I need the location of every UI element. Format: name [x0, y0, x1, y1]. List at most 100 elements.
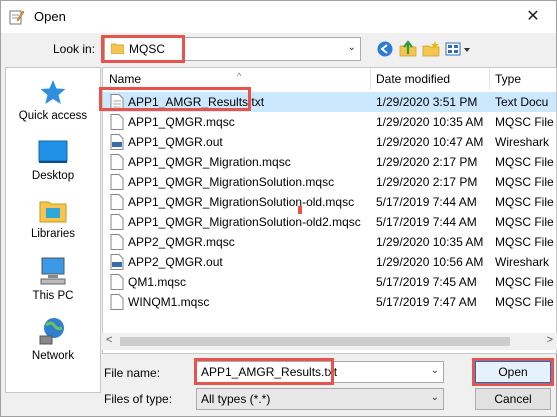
place-label: Network: [31, 350, 75, 362]
file-type: Text Docu: [495, 95, 549, 109]
file-row[interactable]: APP1_QMGR.mqsc 1/29/2020 10:35 AM MQSC F…: [103, 112, 556, 132]
place-network[interactable]: Network: [6, 316, 100, 362]
file-name-value: APP1_AMGR_Results.txt: [201, 365, 338, 379]
title-bar: Open ✕: [1, 1, 556, 33]
column-header-name[interactable]: Name ^: [109, 68, 241, 90]
file-icon: [110, 234, 124, 250]
place-libraries[interactable]: Libraries: [6, 196, 100, 240]
scroll-left-icon[interactable]: <: [106, 334, 112, 346]
view-menu-icon[interactable]: [444, 39, 472, 59]
file-name: APP1_QMGR_MigrationSolution.mqsc: [128, 175, 335, 189]
cancel-button[interactable]: Cancel: [475, 388, 551, 410]
file-row[interactable]: APP2_QMGR.mqsc 1/29/2020 10:35 AM MQSC F…: [103, 232, 556, 252]
places-bar: Quick access Desktop Libraries This PC N…: [5, 67, 101, 393]
open-button[interactable]: Open: [475, 361, 551, 383]
file-row[interactable]: APP1_QMGR_MigrationSolution.mqsc 1/29/20…: [103, 172, 556, 192]
libraries-icon: [39, 201, 67, 223]
network-icon: [39, 318, 64, 345]
file-date: 1/29/2020 10:35 AM: [376, 115, 484, 129]
place-label: Desktop: [31, 170, 75, 182]
file-name-input[interactable]: APP1_AMGR_Results.txt ⌄: [196, 361, 444, 383]
place-desktop[interactable]: Desktop: [6, 138, 100, 182]
file-row[interactable]: APP1_QMGR.out 1/29/2020 10:47 AM Wiresha…: [103, 132, 556, 152]
file-date: 1/29/2020 10:47 AM: [376, 135, 484, 149]
file-type: Wireshark: [495, 255, 550, 269]
chevron-down-icon: ⌄: [430, 392, 439, 403]
close-icon: ✕: [526, 8, 540, 25]
place-label: Libraries: [30, 228, 76, 240]
column-header-type[interactable]: Type: [495, 68, 521, 90]
file-date: 5/17/2019 7:44 AM: [376, 215, 477, 229]
file-date: 1/29/2020 2:17 PM: [376, 155, 478, 169]
file-type-label: Files of type:: [104, 392, 173, 406]
column-divider[interactable]: [370, 68, 371, 90]
place-label: Quick access: [18, 110, 88, 122]
desktop-icon: [38, 140, 68, 163]
file-icon: [110, 214, 124, 230]
place-label: This PC: [32, 290, 74, 302]
column-divider[interactable]: [489, 68, 490, 90]
file-icon: [110, 174, 124, 190]
file-type: MQSC File: [495, 175, 554, 189]
file-row[interactable]: QM1.mqsc 5/17/2019 7:45 AM MQSC File: [103, 272, 556, 292]
file-name-label: File name:: [104, 366, 161, 380]
file-row[interactable]: APP1_QMGR_MigrationSolution-old2.mqsc 5/…: [103, 212, 556, 232]
column-header-type-label: Type: [495, 72, 522, 86]
column-header-date[interactable]: Date modified: [376, 68, 450, 90]
file-name: APP1_QMGR_MigrationSolution-old.mqsc: [128, 195, 355, 209]
file-date: 5/17/2019 7:45 AM: [376, 275, 477, 289]
file-row[interactable]: APP2_QMGR.out 1/29/2020 10:56 AM Wiresha…: [103, 252, 556, 272]
horizontal-scrollbar[interactable]: < >: [102, 333, 557, 350]
file-list[interactable]: Name ^ Date modified Type APP1_AMGR_Resu…: [102, 67, 557, 354]
file-name: QM1.mqsc: [128, 275, 187, 289]
close-button[interactable]: ✕: [510, 1, 556, 33]
file-type-dropdown[interactable]: All types (*.*) ⌄: [196, 388, 444, 410]
column-header-date-label: Date modified: [376, 72, 451, 86]
file-date: 1/29/2020 10:35 AM: [376, 235, 484, 249]
look-in-label: Look in:: [53, 42, 96, 56]
open-dialog: Open ✕ Look in: MQSC ⌄ Quick access Desk…: [0, 0, 557, 417]
look-in-value: MQSC: [129, 42, 165, 56]
file-type: MQSC File: [495, 115, 554, 129]
file-date: 5/17/2019 7:44 AM: [376, 195, 477, 209]
file-date: 1/29/2020 2:17 PM: [376, 175, 478, 189]
file-row[interactable]: APP1_QMGR_Migration.mqsc 1/29/2020 2:17 …: [103, 152, 556, 172]
up-folder-icon[interactable]: [398, 39, 418, 59]
window-title: Open: [34, 9, 66, 24]
file-type: Wireshark: [495, 135, 550, 149]
place-this-pc[interactable]: This PC: [6, 256, 100, 302]
scroll-right-icon[interactable]: >: [547, 334, 553, 346]
file-name: APP1_QMGR_MigrationSolution-old2.mqsc: [128, 215, 361, 229]
file-icon: [110, 114, 124, 130]
chevron-down-icon: ⌄: [347, 42, 356, 53]
file-type: MQSC File: [495, 195, 554, 209]
file-icon: [110, 274, 124, 290]
scroll-thumb[interactable]: [120, 337, 510, 346]
wireshark-file-icon: [110, 134, 124, 150]
open-dialog-icon: [9, 10, 25, 25]
back-icon[interactable]: [375, 39, 395, 59]
chevron-down-icon[interactable]: ⌄: [431, 365, 439, 376]
sort-ascending-icon: ^: [237, 71, 242, 81]
new-folder-icon[interactable]: [421, 39, 441, 59]
file-type: MQSC File: [495, 235, 554, 249]
file-row[interactable]: APP1_QMGR_MigrationSolution-old.mqsc 5/1…: [103, 192, 556, 212]
file-type-value: All types (*.*): [201, 392, 271, 406]
file-date: 1/29/2020 3:51 PM: [376, 95, 478, 109]
file-row[interactable]: WINQM1.mqsc 5/17/2019 7:47 AM MQSC File: [103, 292, 556, 312]
file-type: MQSC File: [495, 155, 554, 169]
computer-icon: [40, 257, 66, 285]
column-header-name-label: Name: [109, 72, 142, 86]
file-name: APP2_QMGR.mqsc: [128, 235, 235, 249]
folder-icon: [111, 43, 124, 54]
file-icon: [110, 154, 124, 170]
look-in-dropdown[interactable]: MQSC ⌄: [104, 37, 361, 61]
file-name: APP1_QMGR.out: [128, 135, 223, 149]
file-icon: [110, 294, 124, 310]
file-date: 1/29/2020 10:56 AM: [376, 255, 484, 269]
annotation-mark: [298, 206, 302, 214]
file-row[interactable]: APP1_AMGR_Results.txt 1/29/2020 3:51 PM …: [103, 92, 556, 112]
text-file-icon: [110, 94, 124, 110]
file-type: MQSC File: [495, 275, 554, 289]
place-quick-access[interactable]: Quick access: [6, 78, 100, 122]
